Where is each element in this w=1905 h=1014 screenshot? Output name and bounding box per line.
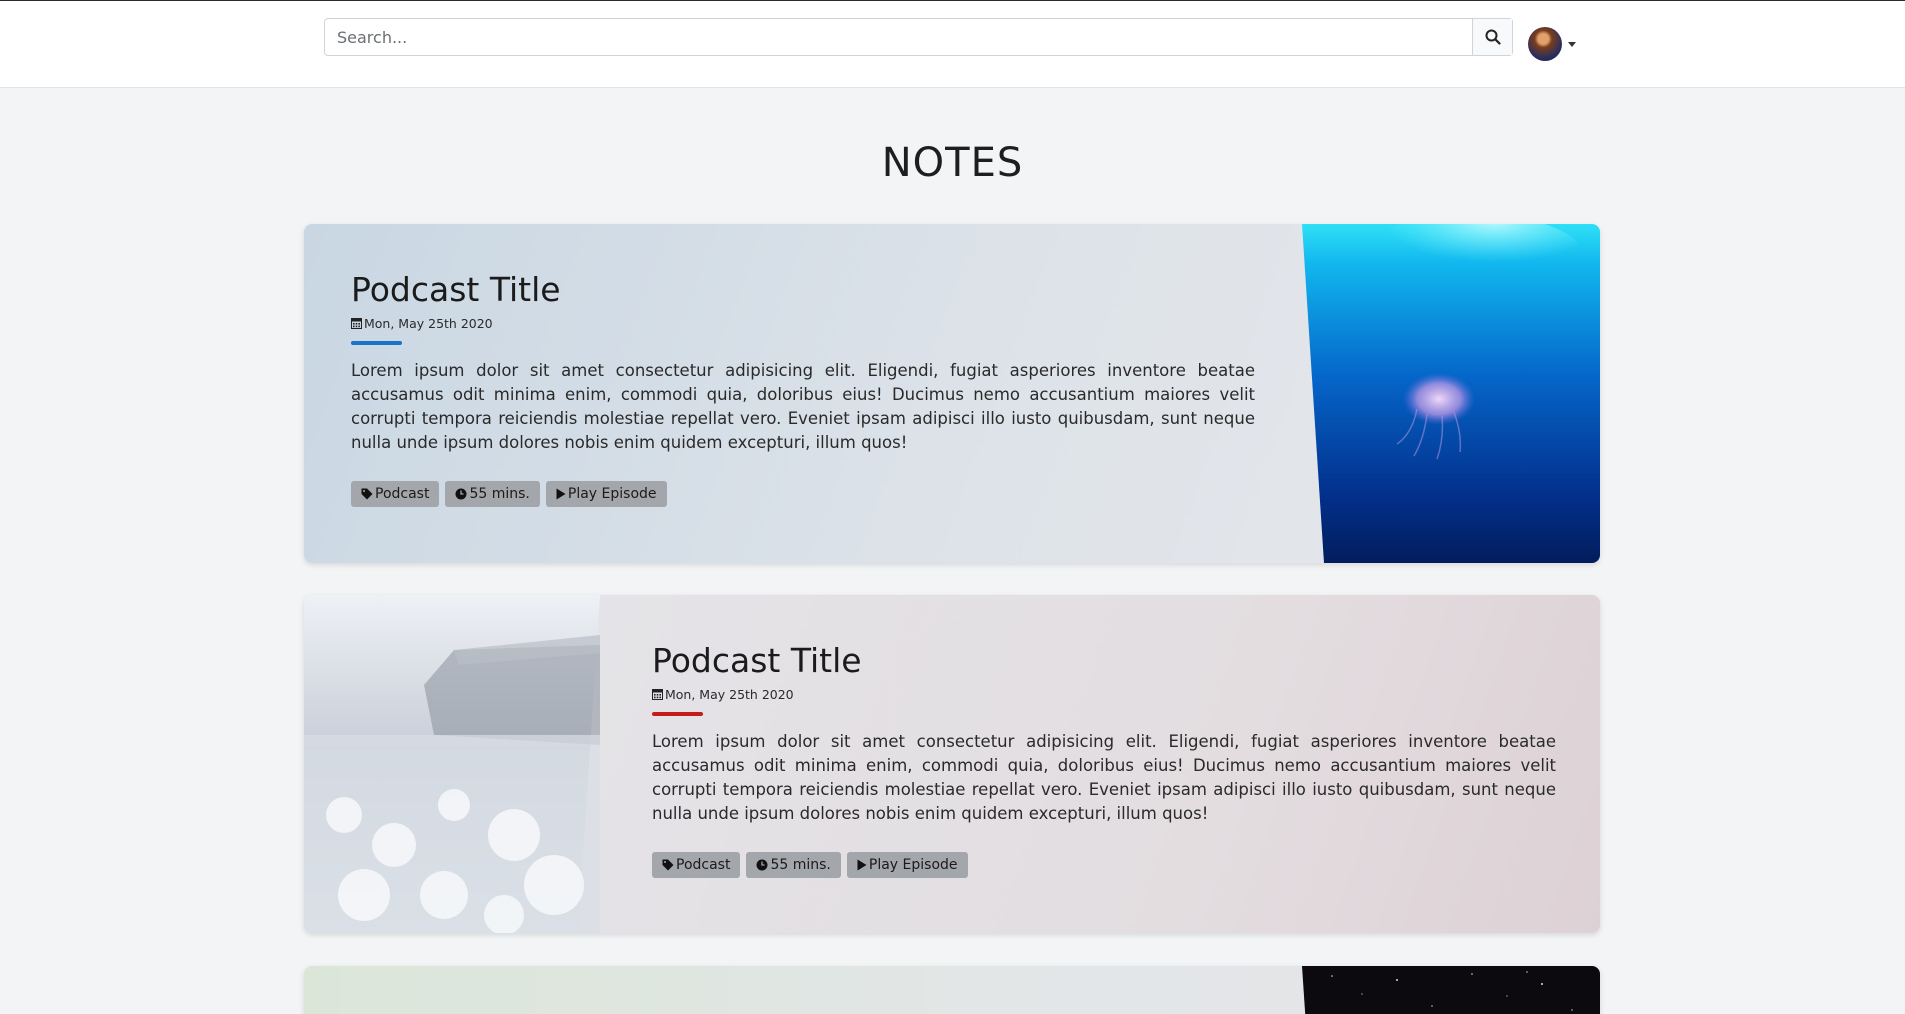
- search-button[interactable]: [1472, 19, 1512, 55]
- tag-icon: [361, 488, 373, 500]
- top-navbar: [0, 0, 1905, 88]
- category-tag-label: Podcast: [375, 485, 430, 502]
- clock-icon: [756, 859, 768, 871]
- frosted-field-image: [304, 595, 600, 933]
- starry-sky-image: [1302, 966, 1600, 1014]
- card-description: Lorem ipsum dolor sit amet consectetur a…: [652, 731, 1556, 823]
- card-content: Podcast Title Mon, May 25th 2020 Lorem i…: [652, 641, 1556, 878]
- card-date-text: Mon, May 25th 2020: [665, 686, 794, 702]
- card-title: Podcast Title: [351, 270, 561, 309]
- category-tag: Podcast: [351, 480, 440, 507]
- duration-tag: 55 mins.: [746, 851, 841, 878]
- podcast-card: Podcast Title Mon, May 25th 2020 Lorem i…: [304, 224, 1600, 563]
- jellyfish-image: [1302, 224, 1600, 563]
- accent-divider: [351, 340, 402, 345]
- calendar-icon: [652, 689, 663, 701]
- calendar-icon: [351, 318, 362, 330]
- category-tag: Podcast: [652, 851, 741, 878]
- clock-icon: [455, 488, 467, 500]
- card-tags: Podcast 55 mins. Play Episode: [351, 480, 1255, 507]
- accent-divider: [652, 711, 703, 716]
- duration-tag-label: 55 mins.: [469, 485, 530, 502]
- user-menu-toggle[interactable]: [1528, 27, 1576, 61]
- category-tag-label: Podcast: [676, 856, 731, 873]
- card-tags: Podcast 55 mins. Play Episode: [652, 851, 1556, 878]
- card-date: Mon, May 25th 2020: [351, 316, 1255, 331]
- card-date-text: Mon, May 25th 2020: [364, 315, 493, 331]
- podcast-card: [304, 966, 1600, 1014]
- card-description: Lorem ipsum dolor sit amet consectetur a…: [351, 360, 1255, 452]
- duration-tag-label: 55 mins.: [770, 856, 831, 873]
- play-episode-button[interactable]: Play Episode: [846, 851, 968, 878]
- caret-down-icon: [1568, 41, 1576, 47]
- play-icon: [857, 859, 867, 871]
- page-title: NOTES: [881, 140, 1024, 186]
- avatar[interactable]: [1528, 27, 1562, 61]
- play-episode-label: Play Episode: [868, 856, 958, 873]
- search-bar: [324, 18, 1513, 56]
- search-input[interactable]: [325, 19, 1472, 55]
- play-episode-button[interactable]: Play Episode: [545, 480, 667, 507]
- tag-icon: [662, 859, 674, 871]
- card-date: Mon, May 25th 2020: [652, 687, 1556, 702]
- play-icon: [556, 488, 566, 500]
- card-content: Podcast Title Mon, May 25th 2020 Lorem i…: [351, 270, 1255, 507]
- search-icon: [1485, 29, 1501, 45]
- duration-tag: 55 mins.: [445, 480, 540, 507]
- podcast-card: Podcast Title Mon, May 25th 2020 Lorem i…: [304, 595, 1600, 933]
- play-episode-label: Play Episode: [567, 485, 657, 502]
- card-title: Podcast Title: [652, 641, 862, 680]
